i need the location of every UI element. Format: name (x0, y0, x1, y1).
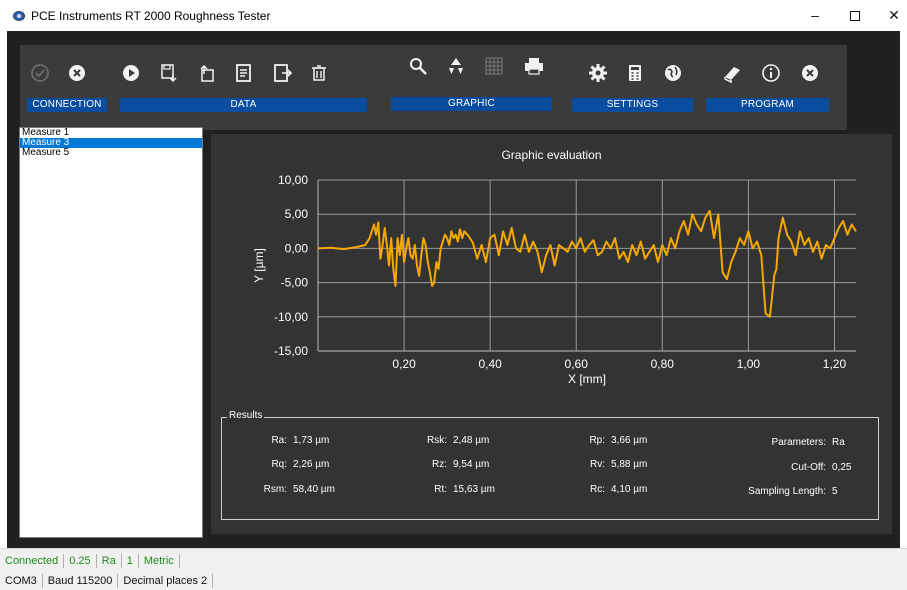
result-rc: Rc: 4,10 µm (569, 484, 647, 495)
status-units: Metric (139, 554, 180, 568)
result-rq: Rq: 2,26 µm (251, 459, 329, 470)
roughness-chart[interactable]: Y [µm] X [mm] 10,00 5,00 0,00 -5,00 -10,00 -1… (211, 134, 892, 404)
y-tick-label: -10,00 (274, 310, 308, 324)
save-data-icon[interactable] (156, 60, 182, 86)
status-row-connection: Connected 0.25 Ra 1 Metric (0, 551, 180, 571)
info-icon[interactable] (758, 60, 784, 86)
group-label-graphic: GRAPHIC (391, 97, 552, 111)
reset-recycle-icon[interactable] (443, 53, 469, 79)
y-tick-label: -5,00 (281, 276, 309, 290)
status-cutoff: 0.25 (64, 554, 97, 568)
group-label-connection: CONNECTION (27, 98, 107, 112)
result-rz: Rz: 9,54 µm (411, 459, 489, 470)
y-tick-label: 0,00 (285, 241, 309, 255)
result-value: 3,66 µm (611, 435, 648, 446)
result-value: 9,54 µm (453, 459, 490, 470)
result-rp: Rp: 3,66 µm (569, 435, 647, 446)
export-data-icon[interactable] (231, 60, 257, 86)
manual-book-icon[interactable] (719, 60, 745, 86)
status-parameter: Ra (97, 554, 122, 568)
status-sampling: 1 (122, 554, 139, 568)
x-tick-label: 0,40 (478, 357, 502, 371)
result-rv: Rv: 5,88 µm (569, 459, 647, 470)
play-measure-icon[interactable] (118, 60, 144, 86)
x-tick-label: 0,20 (392, 357, 416, 371)
grid-icon[interactable] (481, 53, 507, 79)
status-connected: Connected (0, 554, 65, 568)
result-cut-off: Cut-Off: 0,25 (726, 462, 851, 473)
x-tick-label: 0,60 (565, 357, 589, 371)
delete-trash-icon[interactable] (306, 60, 332, 86)
measure-list-item[interactable]: Measure 5 (20, 148, 202, 158)
pce-logo-icon (13, 11, 25, 21)
exit-x-icon[interactable] (797, 60, 823, 86)
maximize-icon (850, 11, 860, 22)
status-row-port: COM3 Baud 115200 Decimal places 2 (0, 571, 214, 590)
result-label: Rp: (589, 435, 605, 446)
close-window-button[interactable]: ✕ (871, 0, 907, 31)
disconnect-x-icon[interactable] (64, 60, 90, 86)
result-value: 15,63 µm (453, 484, 495, 495)
status-baud: Baud 115200 (43, 574, 119, 588)
toolbar: CONNECTION DATA GRAPHIC SETTINGS PROGRAM (20, 45, 847, 130)
zoom-search-icon[interactable] (405, 53, 431, 79)
y-tick-label: -15,00 (274, 344, 308, 358)
result-value: 4,10 µm (611, 484, 648, 495)
x-axis-label: X [mm] (568, 372, 606, 386)
result-label: Cut-Off: (791, 462, 826, 473)
result-label: Rsk: (427, 435, 447, 446)
result-rsk: Rsk: 2,48 µm (411, 435, 489, 446)
y-axis-label: Y [µm] (252, 248, 266, 283)
open-data-icon[interactable] (194, 60, 220, 86)
results-legend: Results (227, 410, 265, 421)
print-icon[interactable] (521, 53, 547, 79)
result-label: Rc: (590, 484, 605, 495)
settings-gear-icon[interactable] (585, 60, 611, 86)
x-tick-label: 0,80 (651, 357, 675, 371)
connect-check-icon[interactable] (27, 60, 53, 86)
status-port: COM3 (0, 574, 43, 588)
title-bar: PCE Instruments RT 2000 Roughness Tester… (0, 0, 907, 31)
y-tick-label: 5,00 (285, 207, 309, 221)
result-value: 5,88 µm (611, 459, 648, 470)
group-label-program: PROGRAM (706, 98, 829, 112)
language-globe-icon[interactable] (660, 60, 686, 86)
app-area: CONNECTION DATA GRAPHIC SETTINGS PROGRAM… (7, 31, 900, 548)
window-title: PCE Instruments RT 2000 Roughness Tester (31, 9, 271, 23)
result-value: 1,73 µm (293, 435, 330, 446)
group-label-settings: SETTINGS (572, 98, 693, 112)
x-tick-label: 1,00 (737, 357, 761, 371)
graph-panel: Y [µm] X [mm] 10,00 5,00 0,00 -5,00 -10,00 -1… (211, 134, 892, 534)
graph-title: Graphic evaluation (501, 148, 602, 162)
result-value: Ra (832, 437, 845, 448)
result-rt: Rt: 15,63 µm (411, 484, 495, 495)
y-tick-label: 10,00 (278, 173, 308, 187)
result-value: 5 (832, 486, 838, 497)
result-rsm: Rsm: 58,40 µm (251, 484, 335, 495)
result-value: 2,48 µm (453, 435, 490, 446)
result-ra: Ra: 1,73 µm (251, 435, 329, 446)
result-label: Rt: (434, 484, 447, 495)
calculator-icon[interactable] (622, 60, 648, 86)
result-value: 58,40 µm (293, 484, 335, 495)
result-label: Sampling Length: (748, 486, 826, 497)
result-label: Rz: (432, 459, 447, 470)
measure-list[interactable]: Measure 1 Measure 3 Measure 5 (19, 127, 203, 538)
x-tick-label: 1,20 (823, 357, 847, 371)
result-label: Rsm: (263, 484, 287, 495)
result-value: 0,25 (832, 462, 852, 473)
result-label: Parameters: (771, 437, 826, 448)
result-label: Rq: (271, 459, 287, 470)
result-parameters: Parameters: Ra (726, 437, 845, 448)
status-bar: Connected 0.25 Ra 1 Metric COM3 Baud 115… (0, 548, 907, 590)
export-report-icon[interactable] (270, 60, 296, 86)
group-label-data: DATA (120, 98, 367, 112)
result-label: Ra: (271, 435, 287, 446)
status-decimals: Decimal places 2 (118, 574, 214, 588)
result-value: 2,26 µm (293, 459, 330, 470)
result-sampling-length: Sampling Length: 5 (726, 486, 838, 497)
roughness-profile-line (317, 209, 857, 318)
result-label: Rv: (590, 459, 605, 470)
